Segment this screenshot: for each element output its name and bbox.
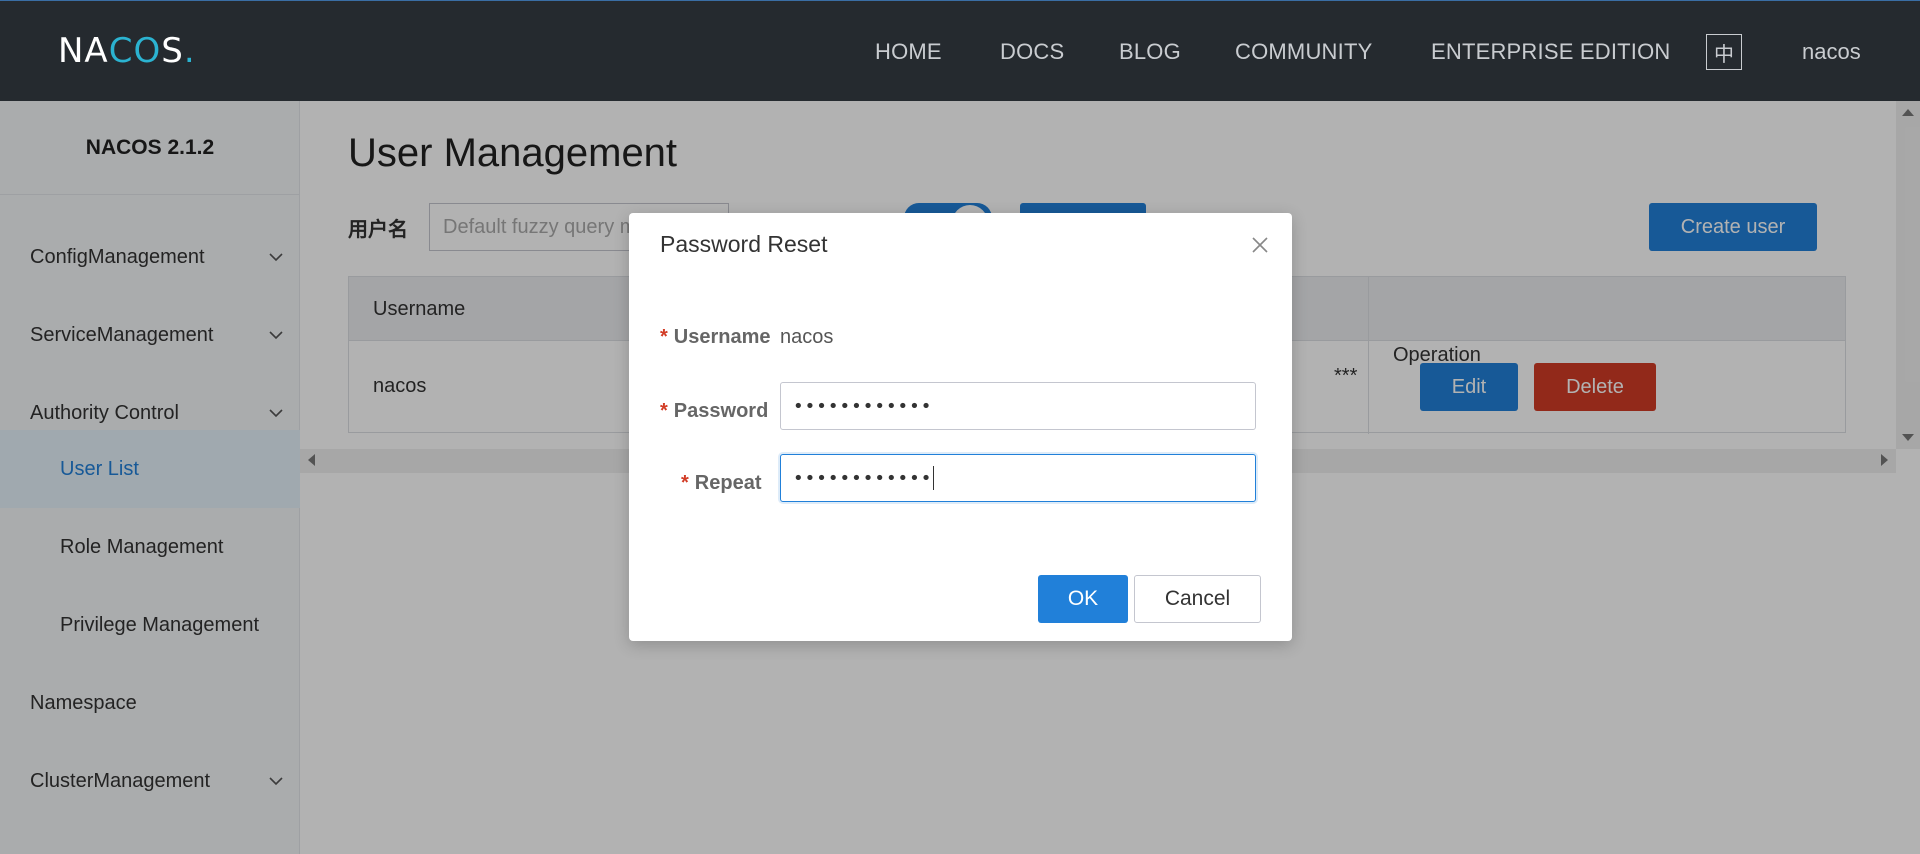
- top-navigation-bar: NA CO S. HOME DOCS BLOG COMMUNITY ENTERPRI…: [0, 0, 1920, 101]
- nav-home[interactable]: HOME: [875, 1, 942, 102]
- repeat-label: * Repeat: [681, 463, 762, 503]
- nav-community[interactable]: COMMUNITY: [1235, 1, 1372, 102]
- required-mark: *: [660, 399, 668, 422]
- nav-enterprise-edition[interactable]: ENTERPRISE EDITION: [1431, 1, 1671, 102]
- cancel-button[interactable]: Cancel: [1134, 575, 1261, 623]
- ok-button[interactable]: OK: [1038, 575, 1128, 623]
- current-user[interactable]: nacos: [1802, 1, 1861, 102]
- nav-blog[interactable]: BLOG: [1119, 1, 1181, 102]
- username-label-text: Username: [673, 325, 771, 348]
- text-caret: [933, 466, 935, 490]
- password-input-value: ••••••••••••: [793, 395, 933, 417]
- repeat-password-input[interactable]: ••••••••••••: [780, 454, 1256, 502]
- required-mark: *: [681, 471, 689, 494]
- username-value: nacos: [780, 325, 834, 348]
- nacos-logo[interactable]: NA CO S.: [58, 31, 196, 71]
- language-toggle-button[interactable]: 中: [1706, 34, 1742, 70]
- dialog-title: Password Reset: [660, 231, 828, 257]
- repeat-label-text: Repeat: [694, 471, 762, 494]
- close-icon[interactable]: [1250, 235, 1270, 255]
- password-input[interactable]: ••••••••••••: [780, 382, 1256, 430]
- required-mark: *: [660, 325, 668, 348]
- password-label: * Password: [660, 391, 768, 431]
- username-label: * Username: [660, 323, 771, 351]
- nav-docs[interactable]: DOCS: [1000, 1, 1064, 102]
- password-label-text: Password: [673, 399, 769, 422]
- password-reset-dialog: Password Reset * Username nacos * Passwo…: [629, 213, 1292, 641]
- repeat-input-value: ••••••••••••: [793, 467, 933, 489]
